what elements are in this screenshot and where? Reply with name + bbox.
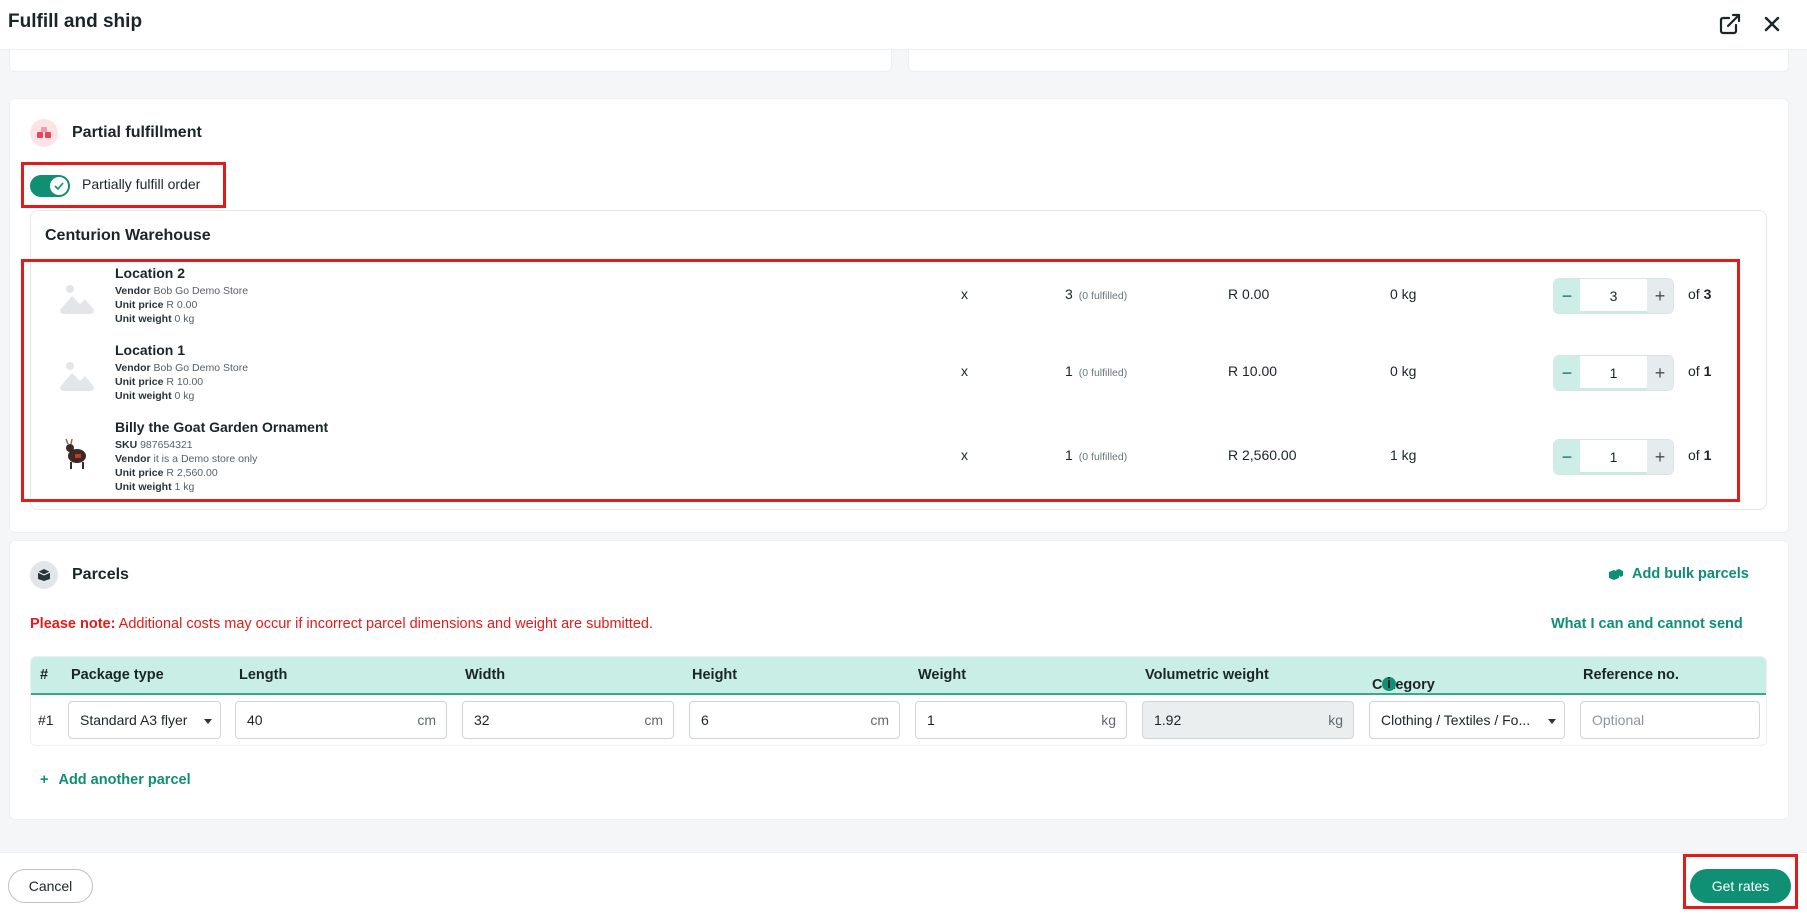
quantity-of-total: of 1 xyxy=(1688,363,1712,379)
info-icon[interactable]: i xyxy=(1382,677,1396,691)
volumetric-weight-field: 1.92 kg xyxy=(1142,701,1354,739)
package-type-select[interactable]: Standard A3 flyer xyxy=(68,701,221,739)
width-input[interactable]: 32 cm xyxy=(462,701,674,739)
height-input[interactable]: 6 cm xyxy=(689,701,900,739)
placeholder-image-icon xyxy=(60,362,94,391)
check-icon xyxy=(50,177,68,195)
stepper-value[interactable]: 1 xyxy=(1580,356,1647,390)
goat-ornament-thumbnail xyxy=(65,438,86,469)
col-reference: Reference no. xyxy=(1583,667,1679,683)
what-can-send-link[interactable]: What I can and cannot send xyxy=(1551,616,1743,632)
col-width: Width xyxy=(465,667,506,683)
quantity-of-total: of 1 xyxy=(1688,447,1712,463)
item-meta: Vendor Bob Go Demo Store Unit price R 0.… xyxy=(115,285,249,325)
caret-down-icon xyxy=(1548,719,1556,724)
stepper-value[interactable]: 1 xyxy=(1580,440,1647,474)
item-name: Location 1 xyxy=(115,342,186,358)
item-name: Location 2 xyxy=(115,265,186,281)
reference-input[interactable]: Optional xyxy=(1580,701,1760,739)
minus-icon[interactable]: − xyxy=(1554,440,1580,474)
item-price: R 0.00 xyxy=(1228,286,1270,302)
quantity-of-total: of 3 xyxy=(1688,286,1712,302)
item-price: R 10.00 xyxy=(1228,363,1278,379)
add-bulk-parcels-button[interactable]: Add bulk parcels xyxy=(1608,566,1749,582)
boxes-icon xyxy=(1609,568,1623,580)
item-meta: SKU 987654321 Vendor it is a Demo store … xyxy=(115,439,258,493)
item-meta: Vendor Bob Go Demo Store Unit price R 10… xyxy=(115,362,249,402)
item-multiplier: x xyxy=(961,286,968,302)
plus-icon[interactable]: + xyxy=(1647,279,1673,313)
modal-title: Fulfill and ship xyxy=(8,11,143,32)
item-multiplier: x xyxy=(961,447,968,463)
item-weight: 1 kg xyxy=(1390,447,1417,463)
cancel-button[interactable]: Cancel xyxy=(8,869,93,903)
warehouse-box xyxy=(30,210,1767,510)
previous-card-left xyxy=(9,50,892,72)
minus-icon[interactable]: − xyxy=(1554,356,1580,390)
item-quantity: 1 (0 fulfilled) xyxy=(1065,447,1128,463)
col-number: # xyxy=(40,667,49,683)
plus-icon: + xyxy=(40,772,49,788)
warehouse-name: Centurion Warehouse xyxy=(45,227,211,244)
partial-fulfillment-title: Partial fulfillment xyxy=(72,124,202,141)
minus-icon[interactable]: − xyxy=(1554,279,1580,313)
col-package-type: Package type xyxy=(71,667,164,683)
modal-header: Fulfill and ship xyxy=(0,0,1807,50)
close-icon[interactable] xyxy=(1760,12,1784,36)
partial-fulfill-toggle[interactable] xyxy=(30,175,70,197)
add-another-parcel-button[interactable]: + Add another parcel xyxy=(40,772,191,788)
item-price: R 2,560.00 xyxy=(1228,447,1297,463)
open-external-icon[interactable] xyxy=(1718,12,1742,36)
plus-icon[interactable]: + xyxy=(1647,356,1673,390)
partial-fulfill-toggle-label[interactable]: Partially fulfill order xyxy=(82,176,200,192)
col-volumetric-weight: Volumetric weight xyxy=(1145,667,1269,683)
col-weight: Weight xyxy=(918,667,967,683)
stepper-value[interactable]: 3 xyxy=(1580,279,1647,313)
get-rates-button[interactable]: Get rates xyxy=(1690,869,1791,903)
previous-card-right xyxy=(908,50,1789,72)
item-weight: 0 kg xyxy=(1390,286,1417,302)
length-input[interactable]: 40 cm xyxy=(235,701,447,739)
col-height: Height xyxy=(692,667,738,683)
weight-input[interactable]: 1 kg xyxy=(915,701,1127,739)
quantity-stepper[interactable]: − 1 + xyxy=(1553,355,1674,391)
placeholder-image-icon xyxy=(60,285,94,314)
parcel-number: #1 xyxy=(38,712,54,728)
parcel-box-icon xyxy=(30,561,58,589)
item-quantity: 1 (0 fulfilled) xyxy=(1065,363,1128,379)
item-weight: 0 kg xyxy=(1390,363,1417,379)
parcels-table: # Package type Length Width Height Weigh… xyxy=(30,656,1767,746)
col-length: Length xyxy=(239,667,288,683)
parcels-title: Parcels xyxy=(72,566,129,583)
plus-icon[interactable]: + xyxy=(1647,440,1673,474)
quantity-stepper[interactable]: − 1 + xyxy=(1553,439,1674,475)
caret-down-icon xyxy=(204,719,212,724)
parcel-note: Please note: Additional costs may occur … xyxy=(30,616,653,632)
partial-fulfillment-icon xyxy=(30,119,58,147)
item-quantity: 3 (0 fulfilled) xyxy=(1065,286,1128,302)
modal-footer xyxy=(0,852,1807,917)
item-name: Billy the Goat Garden Ornament xyxy=(115,419,329,435)
parcels-table-header: # Package type Length Width Height Weigh… xyxy=(31,657,1766,695)
item-multiplier: x xyxy=(961,363,968,379)
quantity-stepper[interactable]: − 3 + xyxy=(1553,278,1674,314)
category-select[interactable]: Clothing / Textiles / Fo... xyxy=(1369,701,1565,739)
